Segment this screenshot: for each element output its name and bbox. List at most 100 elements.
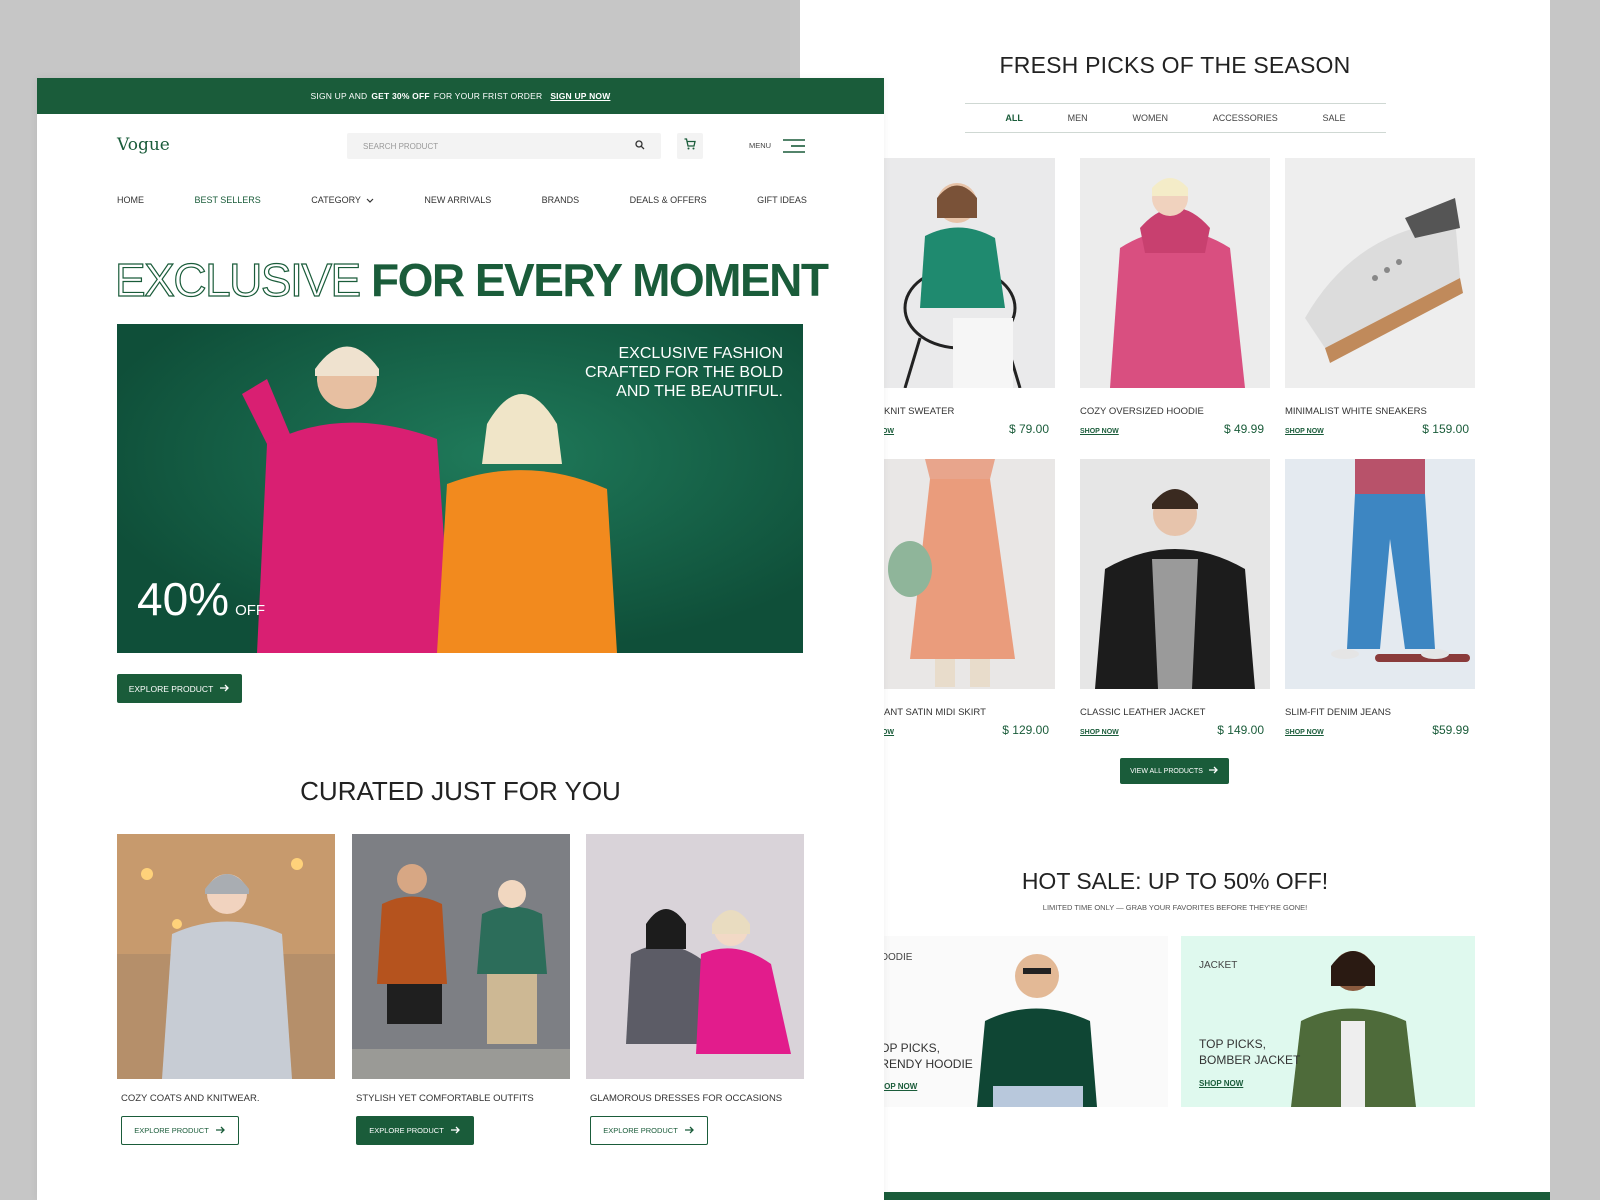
hero-discount-suffix: OFF: [235, 602, 266, 619]
hero-tagline: EXCLUSIVE FASHION CRAFTED FOR THE BOLD A…: [563, 344, 783, 401]
product-name: MINIMALIST WHITE SNEAKERS: [1285, 406, 1427, 417]
sale-card-hoodie[interactable]: HOODIE TOP PICKS, TRENDY HOODIE SHOP NOW: [865, 936, 1168, 1107]
sale-card-pick: TOP PICKS, TRENDY HOODIE: [873, 1041, 973, 1071]
product-name: COZY OVERSIZED HOODIE: [1080, 406, 1204, 417]
curated-card[interactable]: GLAMOROUS DRESSES FOR OCCASIONS EXPLORE …: [586, 834, 804, 1145]
arrow-right-icon: [215, 1126, 226, 1136]
filter-tabs: ALL MEN WOMEN ACCESSORIES SALE: [965, 103, 1386, 133]
product-card[interactable]: LEGANT SATIN MIDI SKIRT OP NOW $ 129.00: [865, 459, 1055, 749]
view-all-label: VIEW ALL PRODUCTS: [1130, 767, 1203, 775]
hero-tagline-line: CRAFTED FOR THE BOLD: [585, 364, 783, 381]
search-input[interactable]: SEARCH PRODUCT: [347, 133, 661, 159]
sale-card-jacket[interactable]: JACKET TOP PICKS, BOMBER JACKET SHOP NOW: [1181, 936, 1475, 1107]
home-page: SIGN UP AND GET 30% OFF FOR YOUR FRIST O…: [37, 78, 884, 1200]
search-icon[interactable]: [635, 137, 645, 155]
hero-tagline-line: EXCLUSIVE FASHION: [618, 345, 784, 362]
cart-icon: [684, 137, 696, 155]
arrow-right-icon: [450, 1126, 461, 1136]
product-name: SLIM-FIT DENIM JEANS: [1285, 707, 1391, 718]
product-price: $ 149.00: [1217, 723, 1264, 737]
curated-image-dresses[interactable]: [586, 834, 804, 1079]
view-all-products-button[interactable]: VIEW ALL PRODUCTS: [1120, 758, 1229, 784]
explore-label: EXPLORE PRODUCT: [134, 1126, 209, 1135]
hero-banner: EXCLUSIVE FASHION CRAFTED FOR THE BOLD A…: [117, 324, 803, 653]
explore-product-button[interactable]: EXPLORE PRODUCT: [356, 1116, 474, 1145]
fresh-picks-title: FRESH PICKS OF THE SEASON: [999, 52, 1351, 78]
tab-men[interactable]: MEN: [1068, 113, 1088, 123]
hero-discount: 40% OFF: [137, 572, 265, 626]
product-card[interactable]: CLASSIC LEATHER JACKET SHOP NOW $ 149.00: [1080, 459, 1270, 749]
product-image-hoodie[interactable]: [1080, 158, 1270, 388]
product-image-satin-skirt[interactable]: [865, 459, 1055, 689]
hot-sale-subtitle: LIMITED TIME ONLY — GRAB YOUR FAVORITES …: [1042, 903, 1308, 912]
nav-new-arrivals[interactable]: NEW ARRIVALS: [424, 195, 491, 205]
curated-image-coats[interactable]: [117, 834, 335, 1079]
main-nav: HOME BEST SELLERS CATEGORY NEW ARRIVALS …: [117, 195, 807, 205]
sale-card-pick: TOP PICKS, BOMBER JACKET: [1199, 1037, 1301, 1067]
product-card[interactable]: MINIMALIST WHITE SNEAKERS SHOP NOW $ 159…: [1285, 158, 1475, 448]
product-image-denim-jeans[interactable]: [1285, 459, 1475, 689]
menu-label[interactable]: MENU: [749, 141, 771, 150]
nav-deals[interactable]: DEALS & OFFERS: [630, 195, 707, 205]
hero-discount-value: 40%: [137, 573, 230, 625]
hot-sale-title: HOT SALE: UP TO 50% OFF!: [1021, 868, 1329, 894]
explore-label: EXPLORE PRODUCT: [128, 683, 214, 694]
shop-now-link[interactable]: SHOP NOW: [1080, 729, 1119, 736]
promo-text-post: FOR YOUR FRIST ORDER: [433, 91, 543, 101]
sign-up-link[interactable]: SIGN UP NOW: [550, 91, 610, 101]
product-price: $59.99: [1432, 723, 1469, 737]
tab-sale[interactable]: SALE: [1323, 113, 1346, 123]
arrow-right-icon: [220, 684, 230, 694]
hamburger-icon[interactable]: [783, 139, 805, 158]
promo-bar: SIGN UP AND GET 30% OFF FOR YOUR FRIST O…: [37, 78, 884, 114]
chevron-down-icon: [366, 195, 374, 205]
product-price: $ 49.99: [1223, 422, 1264, 436]
promo-text-pre: SIGN UP AND: [310, 91, 368, 101]
search-placeholder: SEARCH PRODUCT: [363, 141, 439, 151]
product-price: $ 159.00: [1422, 422, 1469, 436]
curated-caption: COZY COATS AND KNITWEAR.: [121, 1093, 260, 1104]
curated-image-outfits[interactable]: [352, 834, 570, 1079]
product-card[interactable]: COZY OVERSIZED HOODIE SHOP NOW $ 49.99: [1080, 158, 1270, 448]
product-name: CLASSIC LEATHER JACKET: [1080, 707, 1206, 718]
explore-label: EXPLORE PRODUCT: [369, 1126, 444, 1135]
shop-now-link[interactable]: SHOP NOW: [1285, 428, 1324, 435]
promo-text-bold: GET 30% OFF: [371, 91, 430, 101]
product-image-leather-jacket[interactable]: [1080, 459, 1270, 689]
tab-accessories[interactable]: ACCESSORIES: [1213, 113, 1278, 123]
explore-label: EXPLORE PRODUCT: [603, 1126, 678, 1135]
product-price: $ 79.00: [1008, 422, 1049, 436]
explore-product-button[interactable]: EXPLORE PRODUCT: [121, 1116, 239, 1145]
arrow-right-icon: [1208, 766, 1219, 776]
nav-home[interactable]: HOME: [117, 195, 144, 205]
explore-product-button[interactable]: EXPLORE PRODUCT: [117, 674, 242, 703]
nav-category[interactable]: CATEGORY: [311, 195, 374, 205]
product-card[interactable]: HIC KNIT SWEATER OP NOW $ 79.00: [865, 158, 1055, 448]
nav-brands[interactable]: BRANDS: [542, 195, 580, 205]
logo[interactable]: Vogue: [117, 135, 170, 155]
fresh-picks-page: FRESH PICKS OF THE SEASON ALL MEN WOMEN …: [800, 0, 1550, 1200]
tab-all[interactable]: ALL: [1005, 113, 1023, 123]
nav-category-label: CATEGORY: [311, 195, 361, 205]
nav-gift-ideas[interactable]: GIFT IDEAS: [757, 195, 807, 205]
curated-card[interactable]: COZY COATS AND KNITWEAR. EXPLORE PRODUCT: [117, 834, 335, 1145]
curated-card[interactable]: STYLISH YET COMFORTABLE OUTFITS EXPLORE …: [352, 834, 570, 1145]
curated-title: CURATED JUST FOR YOU: [300, 776, 621, 806]
hero-title-solid: FOR EVERY MOMENT: [371, 254, 829, 306]
product-image-sneakers[interactable]: [1285, 158, 1475, 388]
hero-title-outline: EXCLUSIVE: [114, 253, 361, 306]
hero-title: EXCLUSIVE FOR EVERY MOMENT: [114, 253, 829, 307]
shop-now-link[interactable]: SHOP NOW: [1199, 1079, 1243, 1088]
cart-button[interactable]: [677, 133, 703, 159]
sale-card-category: JACKET: [1199, 960, 1238, 971]
product-price: $ 129.00: [1002, 723, 1049, 737]
product-image-knit-sweater[interactable]: [865, 158, 1055, 388]
nav-best-sellers[interactable]: BEST SELLERS: [194, 195, 260, 205]
shop-now-link[interactable]: SHOP NOW: [1080, 428, 1119, 435]
product-card[interactable]: SLIM-FIT DENIM JEANS SHOP NOW $59.99: [1285, 459, 1475, 749]
hero-tagline-line: AND THE BEAUTIFUL.: [616, 383, 783, 400]
explore-product-button[interactable]: EXPLORE PRODUCT: [590, 1116, 708, 1145]
tab-women[interactable]: WOMEN: [1132, 113, 1168, 123]
footer-bar: [800, 1192, 1550, 1200]
shop-now-link[interactable]: SHOP NOW: [1285, 729, 1324, 736]
